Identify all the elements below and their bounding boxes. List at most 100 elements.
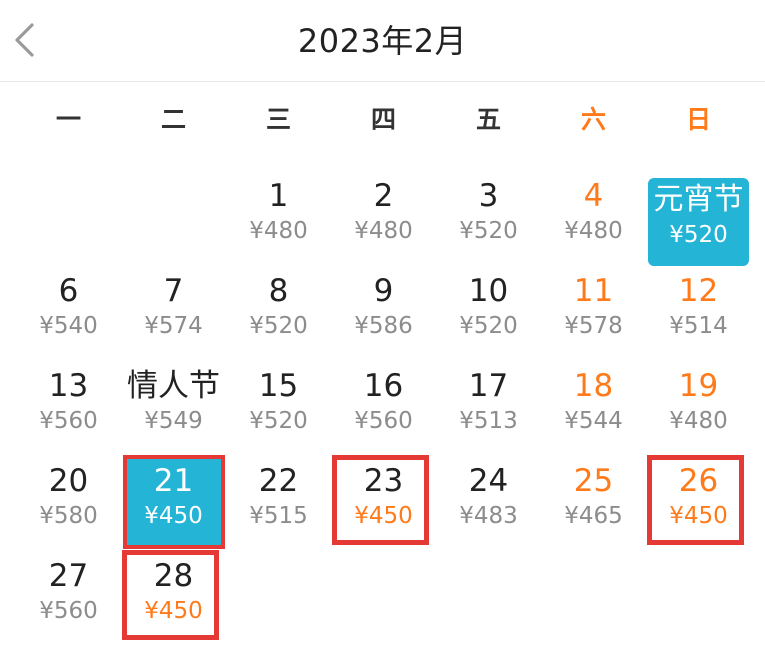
date-cell-holiday-selected[interactable]: 元宵节 ¥520 (646, 172, 751, 267)
weekday-sun: 日 (685, 105, 711, 134)
date-label: 21 (153, 463, 194, 499)
empty-cell (541, 552, 646, 647)
price-label: ¥578 (564, 313, 623, 339)
price-label: ¥480 (249, 218, 308, 244)
price-label: ¥574 (144, 313, 203, 339)
price-label: ¥560 (39, 408, 98, 434)
price-label: ¥483 (459, 503, 518, 529)
date-label: 22 (258, 463, 299, 499)
price-label: ¥480 (669, 408, 728, 434)
date-cell[interactable]: 8 ¥520 (226, 267, 331, 362)
price-label: ¥465 (564, 503, 623, 529)
date-label: 1 (268, 178, 289, 214)
price-label: ¥520 (249, 313, 308, 339)
date-label: 2 (373, 178, 394, 214)
date-cell[interactable]: 1 ¥480 (226, 172, 331, 267)
date-cell[interactable]: 10 ¥520 (436, 267, 541, 362)
date-cell[interactable]: 7 ¥574 (121, 267, 226, 362)
date-label: 24 (468, 463, 509, 499)
date-cell[interactable]: 4 ¥480 (541, 172, 646, 267)
date-cell[interactable]: 17 ¥513 (436, 362, 541, 457)
date-cell-selected[interactable]: 21 ¥450 (121, 455, 226, 552)
date-label: 18 (573, 368, 614, 404)
date-cell[interactable]: 27 ¥560 (16, 552, 121, 647)
price-label: ¥560 (354, 408, 413, 434)
date-cell[interactable]: 19 ¥480 (646, 362, 751, 457)
weekday-header: 一 二 三 四 五 六 日 (16, 100, 751, 140)
date-cell[interactable]: 25 ¥465 (541, 457, 646, 552)
price-label: ¥450 (144, 503, 203, 529)
price-label: ¥549 (144, 408, 203, 434)
weekday-sat: 六 (580, 105, 606, 134)
date-cell-holiday[interactable]: 情人节 ¥549 (121, 362, 226, 457)
date-label: 9 (373, 273, 394, 309)
date-cell-lowest-price[interactable]: 26 ¥450 (646, 455, 751, 552)
month-title: 2023年2月 (297, 22, 468, 60)
price-label: ¥515 (249, 503, 308, 529)
date-cell[interactable]: 18 ¥544 (541, 362, 646, 457)
date-label: 23 (363, 463, 404, 499)
date-label: 20 (48, 463, 89, 499)
holiday-label: 情人节 (127, 368, 220, 404)
date-cell-lowest-price[interactable]: 23 ¥450 (331, 455, 436, 552)
date-cell[interactable]: 13 ¥560 (16, 362, 121, 457)
holiday-label: 元宵节 (653, 182, 744, 217)
date-cell[interactable]: 6 ¥540 (16, 267, 121, 362)
calendar-grid: 1 ¥480 2 ¥480 3 ¥520 4 ¥480 元宵节 ¥520 6 ¥… (16, 172, 751, 647)
weekday-thu: 四 (370, 105, 396, 134)
empty-cell (436, 552, 541, 647)
calendar-header: 2023年2月 (0, 0, 765, 82)
date-cell[interactable]: 3 ¥520 (436, 172, 541, 267)
weekday-wed: 三 (265, 105, 291, 134)
date-label: 19 (678, 368, 719, 404)
price-label: ¥450 (144, 598, 203, 624)
price-label: ¥520 (459, 313, 518, 339)
date-label: 25 (573, 463, 614, 499)
price-label: ¥450 (669, 503, 728, 529)
date-label: 11 (573, 273, 614, 309)
date-cell[interactable]: 2 ¥480 (331, 172, 436, 267)
date-label: 3 (478, 178, 499, 214)
date-label: 4 (583, 178, 604, 214)
empty-cell (226, 552, 331, 647)
price-label: ¥480 (564, 218, 623, 244)
price-label: ¥586 (354, 313, 413, 339)
date-label: 26 (678, 463, 719, 499)
weekday-tue: 二 (160, 105, 186, 134)
price-label: ¥540 (39, 313, 98, 339)
price-label: ¥520 (249, 408, 308, 434)
price-label: ¥513 (459, 408, 518, 434)
date-cell[interactable]: 12 ¥514 (646, 267, 751, 362)
date-cell[interactable]: 16 ¥560 (331, 362, 436, 457)
price-label: ¥514 (669, 313, 728, 339)
date-label: 17 (468, 368, 509, 404)
price-label: ¥544 (564, 408, 623, 434)
date-label: 12 (678, 273, 719, 309)
empty-cell (16, 172, 121, 267)
date-label: 15 (258, 368, 299, 404)
date-label: 13 (48, 368, 89, 404)
empty-cell (121, 172, 226, 267)
date-cell-lowest-price[interactable]: 28 ¥450 (121, 550, 226, 647)
price-label: ¥480 (354, 218, 413, 244)
weekday-fri: 五 (475, 105, 501, 134)
date-label: 16 (363, 368, 404, 404)
price-label: ¥560 (39, 598, 98, 624)
date-label: 27 (48, 558, 89, 594)
date-label: 6 (58, 273, 79, 309)
price-label: ¥580 (39, 503, 98, 529)
price-label: ¥450 (354, 503, 413, 529)
date-cell[interactable]: 9 ¥586 (331, 267, 436, 362)
price-label: ¥520 (669, 222, 728, 248)
date-cell[interactable]: 22 ¥515 (226, 457, 331, 552)
weekday-mon: 一 (55, 105, 81, 134)
date-label: 28 (153, 558, 194, 594)
date-label: 8 (268, 273, 289, 309)
date-cell[interactable]: 11 ¥578 (541, 267, 646, 362)
price-label: ¥520 (459, 218, 518, 244)
date-cell[interactable]: 20 ¥580 (16, 457, 121, 552)
date-label: 10 (468, 273, 509, 309)
date-cell[interactable]: 24 ¥483 (436, 457, 541, 552)
date-label: 7 (163, 273, 184, 309)
date-cell[interactable]: 15 ¥520 (226, 362, 331, 457)
